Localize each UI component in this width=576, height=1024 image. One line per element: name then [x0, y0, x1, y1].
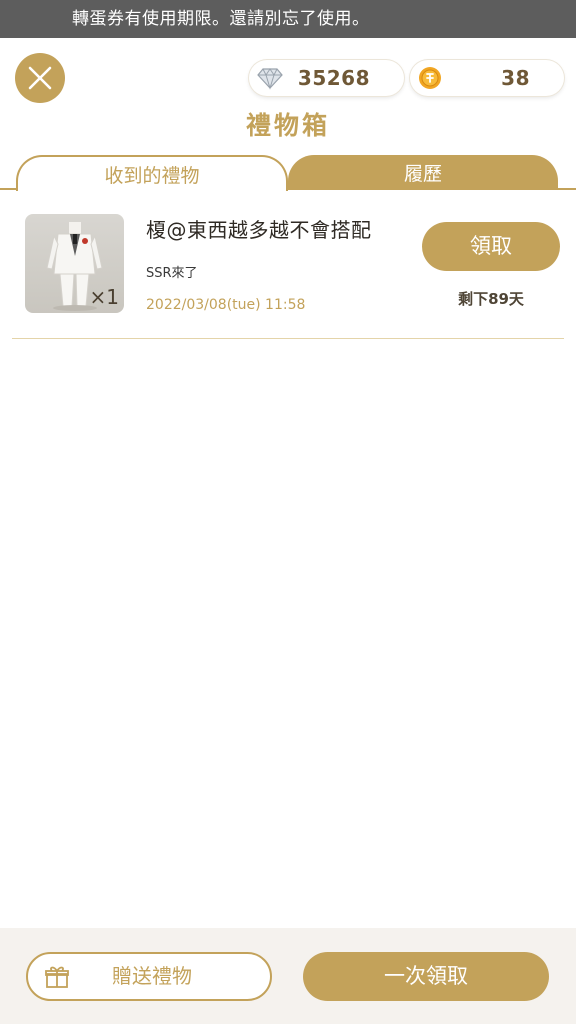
- page-title: 禮物箱: [245, 111, 330, 140]
- gem-count: 35268: [297, 66, 370, 90]
- coin-counter: 38: [410, 60, 564, 96]
- send-gift-button[interactable]: 贈送禮物: [26, 952, 272, 1001]
- footer-bar: 贈送禮物 一次領取: [0, 928, 576, 1024]
- gem-counter: 35268: [249, 60, 404, 96]
- diamond-icon: [257, 68, 283, 90]
- gift-list-item: ×1 榎@東西越多越不會搭配 SSR來了 2022/03/08(tue) 11:…: [12, 196, 564, 339]
- claim-button[interactable]: 領取: [422, 222, 560, 271]
- remaining-days: 剩下89天: [458, 290, 524, 308]
- notice-banner: 轉蛋券有使用期限。還請別忘了使用。: [0, 0, 576, 38]
- gift-date: 2022/03/08(tue) 11:58: [146, 297, 306, 313]
- gift-message: SSR來了: [146, 266, 198, 281]
- claim-all-button[interactable]: 一次領取: [303, 952, 549, 1001]
- tab-history[interactable]: 履歷: [288, 155, 558, 189]
- send-gift-label: 贈送禮物: [112, 964, 192, 988]
- close-button[interactable]: [15, 53, 65, 103]
- gift-item-image: ×1: [25, 214, 124, 313]
- gift-sender-name: 榎@東西越多越不會搭配: [146, 218, 372, 242]
- coin-icon: [419, 67, 441, 89]
- tab-received-gifts[interactable]: 收到的禮物: [16, 155, 288, 191]
- coin-count: 38: [501, 66, 530, 90]
- close-icon: [28, 66, 52, 90]
- gift-box-screen: 轉蛋券有使用期限。還請別忘了使用。 35268 38 禮物箱 收到的禮物 履歷: [0, 0, 576, 1024]
- gift-quantity: ×1: [89, 285, 119, 309]
